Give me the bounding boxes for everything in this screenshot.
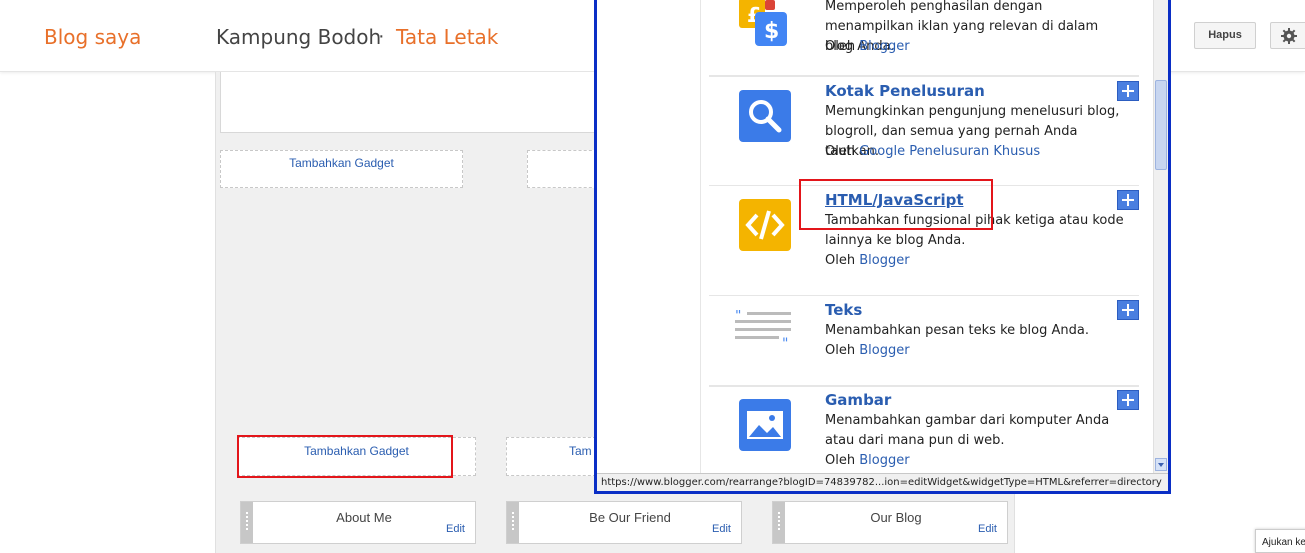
highlight-box — [237, 435, 453, 478]
gadget-author: Oleh Blogger — [825, 253, 910, 268]
gadget-author: Oleh Blogger — [825, 343, 910, 358]
add-gadget-button[interactable]: Tambahkan Gadget — [220, 150, 463, 188]
status-bar: https://www.blogger.com/rearrange?blogID… — [597, 473, 1168, 491]
feedback-tab[interactable]: Ajukan ke — [1255, 529, 1305, 553]
list-item: £ $ Memperoleh penghasilan dengan menamp… — [709, 0, 1139, 76]
widget-be-our-friend[interactable]: Be Our Friend Edit — [506, 501, 742, 544]
settings-button[interactable] — [1270, 22, 1305, 49]
scroll-thumb[interactable] — [1155, 80, 1167, 170]
edit-link[interactable]: Edit — [446, 523, 465, 535]
edit-link[interactable]: Edit — [712, 523, 731, 535]
scrollbar[interactable] — [1153, 0, 1168, 473]
header-widget[interactable] — [220, 72, 620, 133]
author-link[interactable]: Blogger — [859, 343, 909, 358]
add-plus-button[interactable] — [1117, 190, 1139, 210]
drag-handle[interactable] — [507, 502, 519, 543]
list-item: Kotak Penelusuran Memungkinkan pengunjun… — [709, 76, 1139, 186]
code-icon — [739, 199, 791, 251]
text-quote-icon: " " — [735, 310, 791, 344]
title-separator: · — [378, 25, 385, 47]
gadget-title[interactable]: Gambar — [825, 391, 891, 409]
gadget-title[interactable]: Teks — [825, 301, 862, 319]
gear-icon — [1281, 28, 1297, 44]
widget-title: Our Blog — [870, 510, 922, 525]
svg-text:$: $ — [764, 19, 779, 44]
author-link[interactable]: Blogger — [859, 39, 909, 54]
author-link[interactable]: Google Penelusuran Khusus — [859, 144, 1040, 159]
my-blog-link[interactable]: Blog saya — [44, 25, 141, 49]
widget-about-me[interactable]: About Me Edit — [240, 501, 476, 544]
delete-button[interactable]: Hapus — [1194, 22, 1256, 49]
author-link[interactable]: Blogger — [859, 453, 909, 468]
author-link[interactable]: Blogger — [859, 253, 909, 268]
svg-text:": " — [782, 336, 788, 344]
drag-handle[interactable] — [241, 502, 253, 543]
widget-title: Be Our Friend — [589, 510, 671, 525]
gadget-author: Oleh Blogger — [825, 453, 910, 468]
widget-title: About Me — [336, 510, 392, 525]
scroll-down-arrow[interactable] — [1155, 458, 1167, 471]
gadget-description: Menambahkan gambar dari komputer Anda at… — [825, 413, 1110, 448]
widget-our-blog[interactable]: Our Blog Edit — [772, 501, 1008, 544]
category-sidebar — [597, 0, 701, 473]
add-plus-button[interactable] — [1117, 300, 1139, 320]
add-gadget-button[interactable]: Tam — [506, 437, 596, 476]
list-item: " " Teks Menambahkan pesan teks ke blog … — [709, 296, 1139, 386]
gadget-author: Oleh Blogger — [825, 39, 910, 54]
highlight-box — [799, 179, 993, 230]
add-plus-button[interactable] — [1117, 390, 1139, 410]
add-gadget-button[interactable] — [527, 150, 597, 188]
search-icon — [739, 90, 791, 142]
adsense-icon: £ $ — [739, 0, 787, 46]
blog-name[interactable]: Kampung Bodoh — [216, 25, 381, 49]
add-gadget-popup: £ $ Memperoleh penghasilan dengan menamp… — [594, 0, 1171, 494]
drag-handle[interactable] — [773, 502, 785, 543]
list-item: Gambar Menambahkan gambar dari komputer … — [709, 386, 1139, 473]
gadget-list: £ $ Memperoleh penghasilan dengan menamp… — [709, 0, 1139, 473]
gadget-description: Menambahkan pesan teks ke blog Anda. — [825, 323, 1089, 338]
add-plus-button[interactable] — [1117, 81, 1139, 101]
page-title: Tata Letak — [396, 25, 499, 49]
edit-link[interactable]: Edit — [978, 523, 997, 535]
gadget-author: Oleh Google Penelusuran Khusus — [825, 144, 1041, 159]
image-icon — [739, 399, 791, 451]
gadget-title[interactable]: Kotak Penelusuran — [825, 82, 985, 100]
